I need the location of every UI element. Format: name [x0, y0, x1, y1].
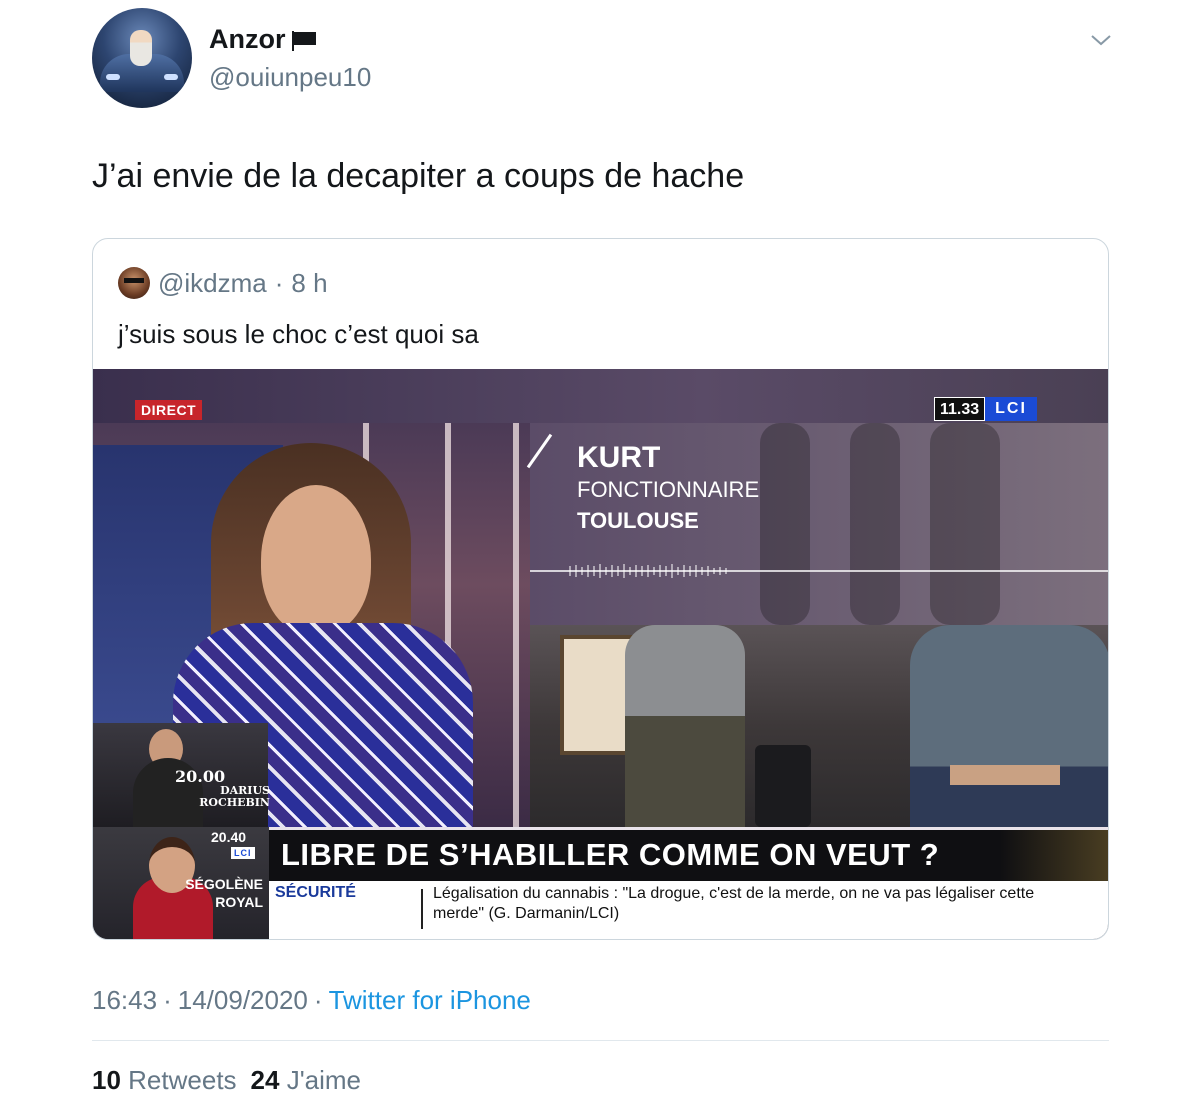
author-avatar[interactable] — [92, 8, 192, 108]
presenter-face — [261, 485, 371, 635]
ticker-text: Légalisation du cannabis : "La drogue, c… — [433, 885, 1035, 922]
promo-bottom-name-line1: SÉGOLÈNE — [185, 876, 263, 892]
guest-caption-panel: KURT FONCTIONNAIRE TOULOUSE — [526, 423, 1108, 625]
news-ticker: SÉCURITÉ Légalisation du cannabis : "La … — [269, 881, 1108, 939]
headlight — [106, 74, 120, 80]
headlight — [164, 74, 178, 80]
author-name-row[interactable]: Anzor — [209, 24, 318, 55]
black-flag-icon — [290, 29, 318, 51]
lci-logo: LCI — [985, 397, 1037, 421]
guest-name: KURT — [577, 441, 661, 474]
child-figure — [130, 30, 152, 66]
studio-scene: 20.00 DARIUS ROCHEBIN — [93, 423, 530, 833]
tweet-text: J’ai envie de la decapiter a coups de ha… — [92, 157, 745, 195]
likes-stat[interactable]: 24 J'aime — [251, 1065, 361, 1096]
retweets-count: 10 — [92, 1065, 121, 1095]
likes-count: 24 — [250, 1065, 280, 1095]
pedestrian — [910, 625, 1108, 827]
tweet-date[interactable]: 14/09/2020 — [178, 985, 308, 1016]
ticker-section: SÉCURITÉ — [275, 884, 356, 901]
promo-top-name: DARIUS ROCHEBIN — [175, 785, 270, 809]
tweet: Anzor @ouiunpeu10 J’ai envie de la decap… — [0, 0, 1200, 1109]
promo-bottom-time: 20.40 — [211, 829, 247, 845]
street-footage — [530, 625, 1108, 827]
quoted-tweet-age: 8 h — [291, 267, 328, 298]
background-figure — [930, 423, 1000, 625]
guest-job: FONCTIONNAIRE — [577, 477, 760, 502]
quoted-author-avatar — [118, 267, 150, 299]
headline-bar: LIBRE DE S’HABILLER COMME ON VEUT ? — [269, 827, 1108, 881]
promo-bottom-logo: LCI — [231, 847, 255, 859]
headline-text: LIBRE DE S’HABILLER COMME ON VEUT ? — [281, 837, 940, 872]
chevron-down-icon[interactable] — [1090, 32, 1112, 48]
divider — [92, 1040, 1109, 1041]
clock-time: 11.33 — [934, 397, 986, 421]
quoted-separator: · — [274, 267, 284, 298]
quoted-tweet-text: j’suis sous le choc c’est quoi sa — [118, 319, 479, 349]
promo-guest-image: 20.40 LCI SÉGOLÈNE ROYAL — [93, 827, 269, 939]
promo-top-time: 20.00 — [175, 767, 226, 786]
promo-bottom-name-line2: ROYAL — [215, 894, 263, 910]
quoted-tweet[interactable]: @ikdzma · 8 h j’suis sous le choc c’est … — [92, 238, 1109, 940]
audio-waveform — [530, 564, 1108, 578]
quoted-media-video[interactable]: DIRECT 11.33 LCI 20.00 DARIUS ROCHEBIN K… — [93, 369, 1108, 939]
retweets-label: Retweets — [128, 1065, 237, 1095]
background-figure — [760, 423, 810, 625]
quoted-author-handle: @ikdzma — [158, 267, 267, 298]
news-lower-third: 20.40 LCI SÉGOLÈNE ROYAL LIBRE DE S’HABI… — [93, 827, 1108, 939]
promo-bottom-name: SÉGOLÈNE ROYAL — [153, 875, 263, 911]
suitcase — [755, 745, 811, 827]
promo-top-name-line2: ROCHEBIN — [199, 796, 270, 809]
retweets-stat[interactable]: 10 Retweets — [92, 1065, 237, 1096]
tweet-stats: 10 Retweets 24 J'aime — [92, 1065, 361, 1096]
live-badge: DIRECT — [135, 400, 203, 420]
pedestrian — [625, 625, 745, 827]
channel-clock: 11.33 LCI — [934, 397, 1037, 421]
author-handle[interactable]: @ouiunpeu10 — [209, 62, 371, 93]
background-figure — [850, 423, 900, 625]
author-display-name[interactable]: Anzor — [209, 24, 286, 55]
crop-top-gap — [950, 765, 1060, 785]
guest-city: TOULOUSE — [577, 508, 699, 533]
tweet-source-link[interactable]: Twitter for iPhone — [329, 985, 531, 1016]
studio-pillar — [513, 423, 519, 827]
caption-slash — [526, 433, 553, 469]
meta-separator: · — [163, 985, 172, 1015]
tweet-meta: 16:43 · 14/09/2020 · Twitter for iPhone — [92, 985, 531, 1016]
likes-label: J'aime — [286, 1065, 362, 1095]
meta-separator: · — [313, 985, 323, 1015]
quoted-tweet-header: @ikdzma · 8 h — [118, 267, 328, 299]
ticker-separator — [421, 889, 423, 929]
tweet-time[interactable]: 16:43 — [92, 985, 157, 1016]
